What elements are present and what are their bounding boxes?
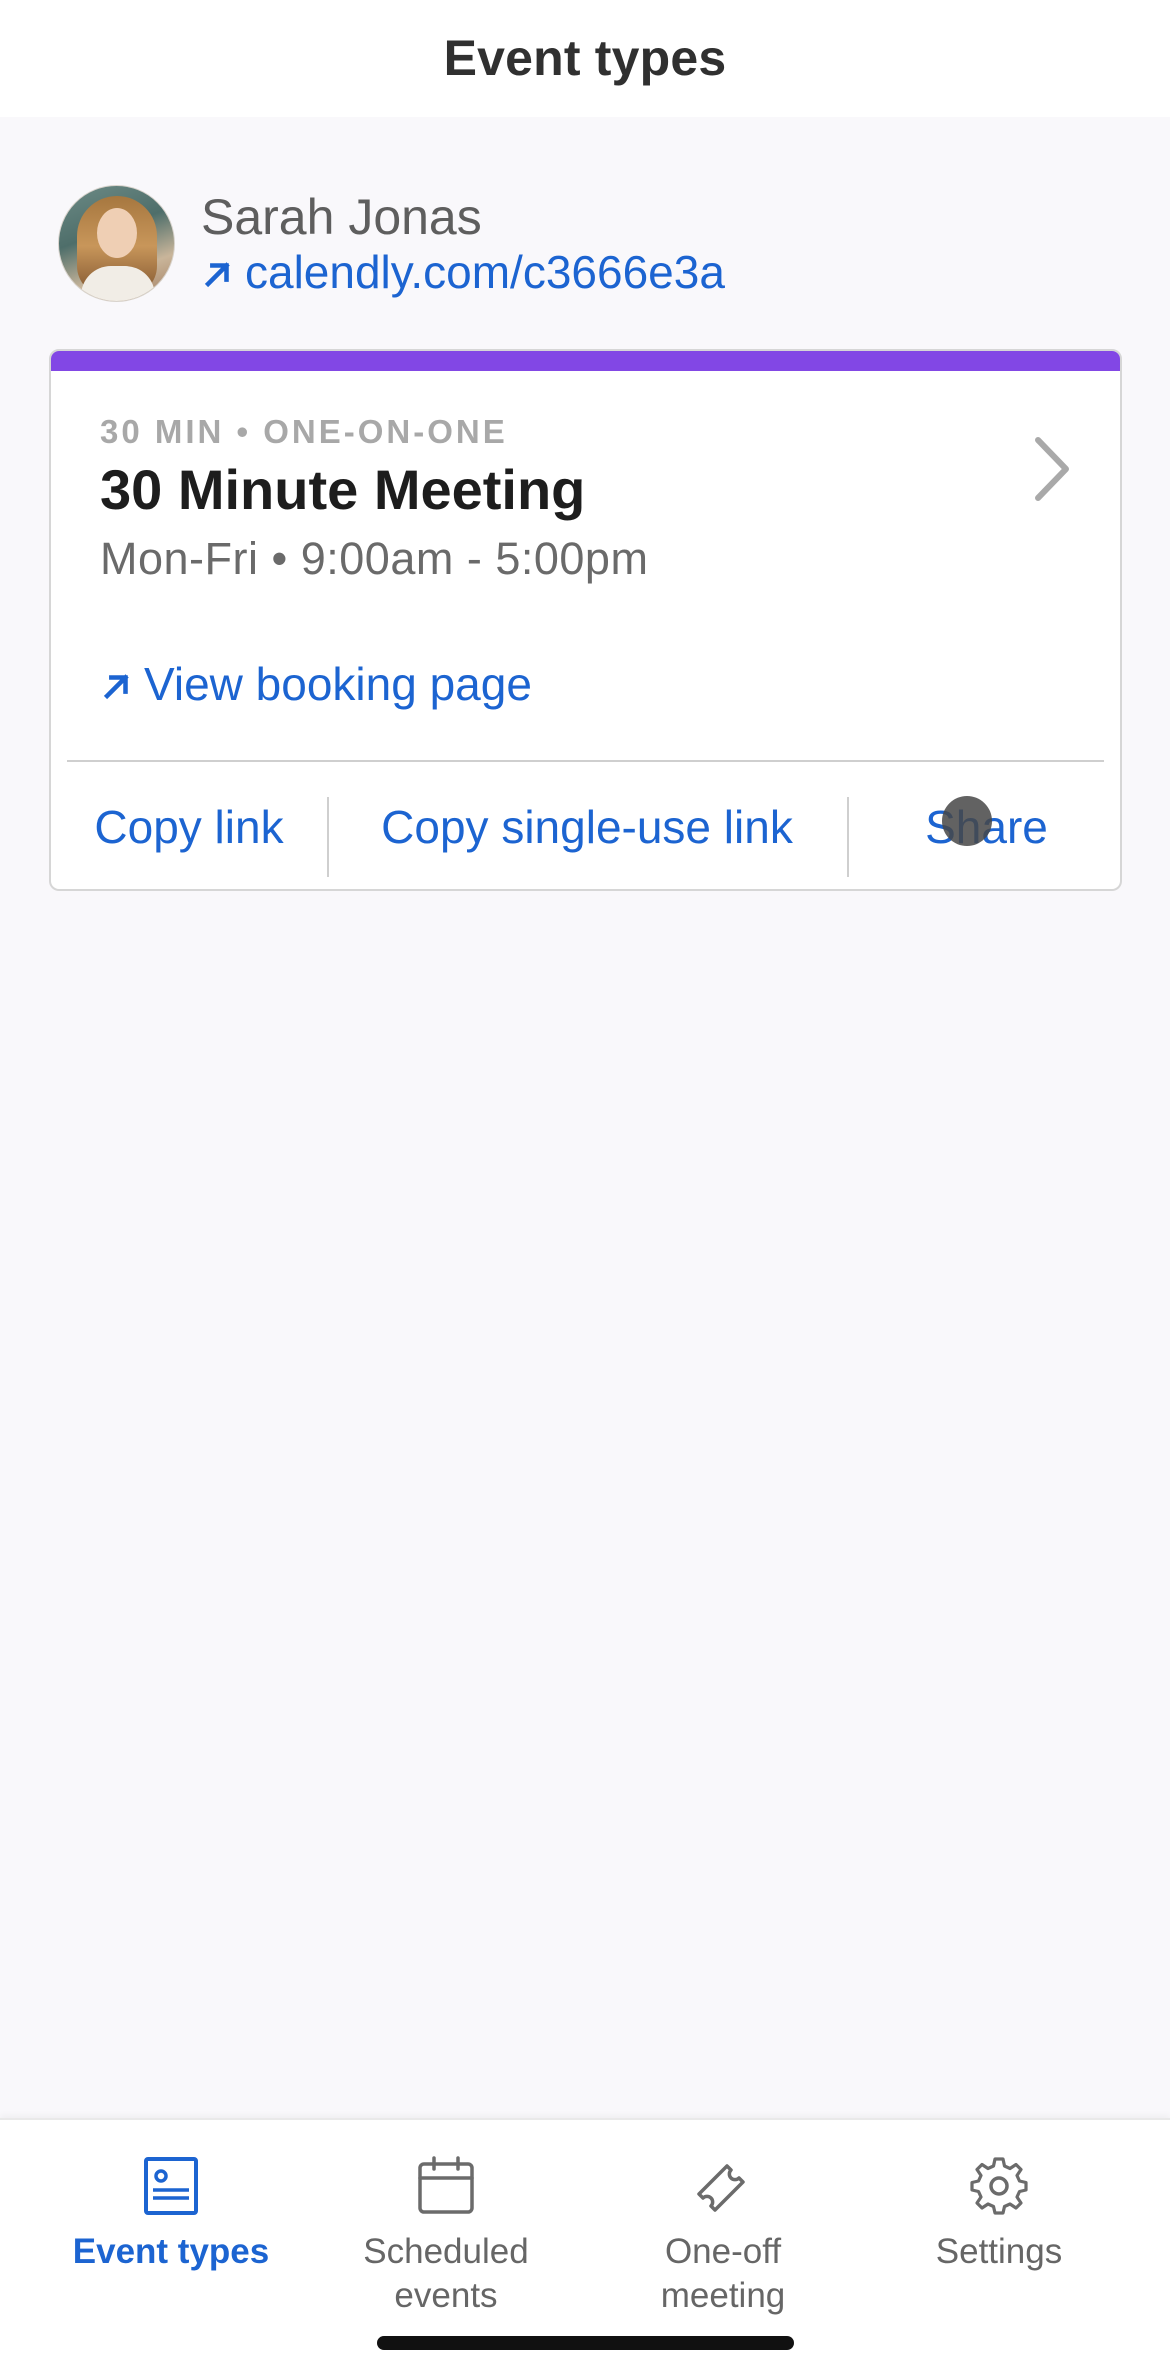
external-link-arrow-icon [204, 261, 230, 287]
tab-settings[interactable]: Settings [853, 2154, 1145, 2274]
profile-name: Sarah Jonas [201, 188, 482, 245]
app-root: Event types Sarah Jonas calendly.com/c36… [0, 0, 1170, 2374]
profile-link-text: calendly.com/c3666e3a [245, 245, 725, 298]
tab-label: Scheduled events [363, 2232, 529, 2315]
event-hours: Mon-Fri • 9:00am - 5:00pm [100, 533, 649, 584]
avatar [58, 185, 175, 302]
top-header: Event types [0, 0, 1170, 117]
home-indicator [377, 2336, 794, 2350]
copy-link-button[interactable]: Copy link [51, 762, 327, 889]
tab-label: Event types [72, 2232, 270, 2271]
touch-indicator [942, 796, 992, 846]
event-meta: 30 MIN • ONE-ON-ONE [100, 413, 508, 450]
profile-text: Sarah Jonas calendly.com/c3666e3a [201, 188, 725, 300]
copy-single-use-link-button[interactable]: Copy single-use link [327, 762, 847, 889]
event-title: 30 Minute Meeting [100, 458, 586, 521]
open-event-button[interactable] [1022, 429, 1082, 509]
calendar-icon [418, 2156, 474, 2214]
tab-label: Settings [935, 2232, 1063, 2271]
tab-one-off-meeting[interactable]: One-off meeting [577, 2154, 869, 2318]
view-booking-page-link[interactable]: View booking page [100, 657, 532, 711]
tab-event-types[interactable]: Event types [25, 2154, 317, 2274]
profile-link[interactable]: calendly.com/c3666e3a [201, 244, 725, 300]
ticket-icon [697, 2164, 745, 2212]
external-link-arrow-icon [103, 674, 129, 700]
profile-section: Sarah Jonas calendly.com/c3666e3a [58, 185, 725, 302]
tab-scheduled-events[interactable]: Scheduled events [300, 2154, 592, 2318]
tab-label: One-off meeting [660, 2232, 786, 2315]
event-types-icon [144, 2157, 198, 2215]
page-title: Event types [443, 29, 727, 86]
card-accent-bar [51, 351, 1120, 371]
chevron-right-icon [1035, 437, 1069, 501]
gear-icon [970, 2157, 1028, 2215]
view-booking-page-label: View booking page [144, 658, 532, 710]
